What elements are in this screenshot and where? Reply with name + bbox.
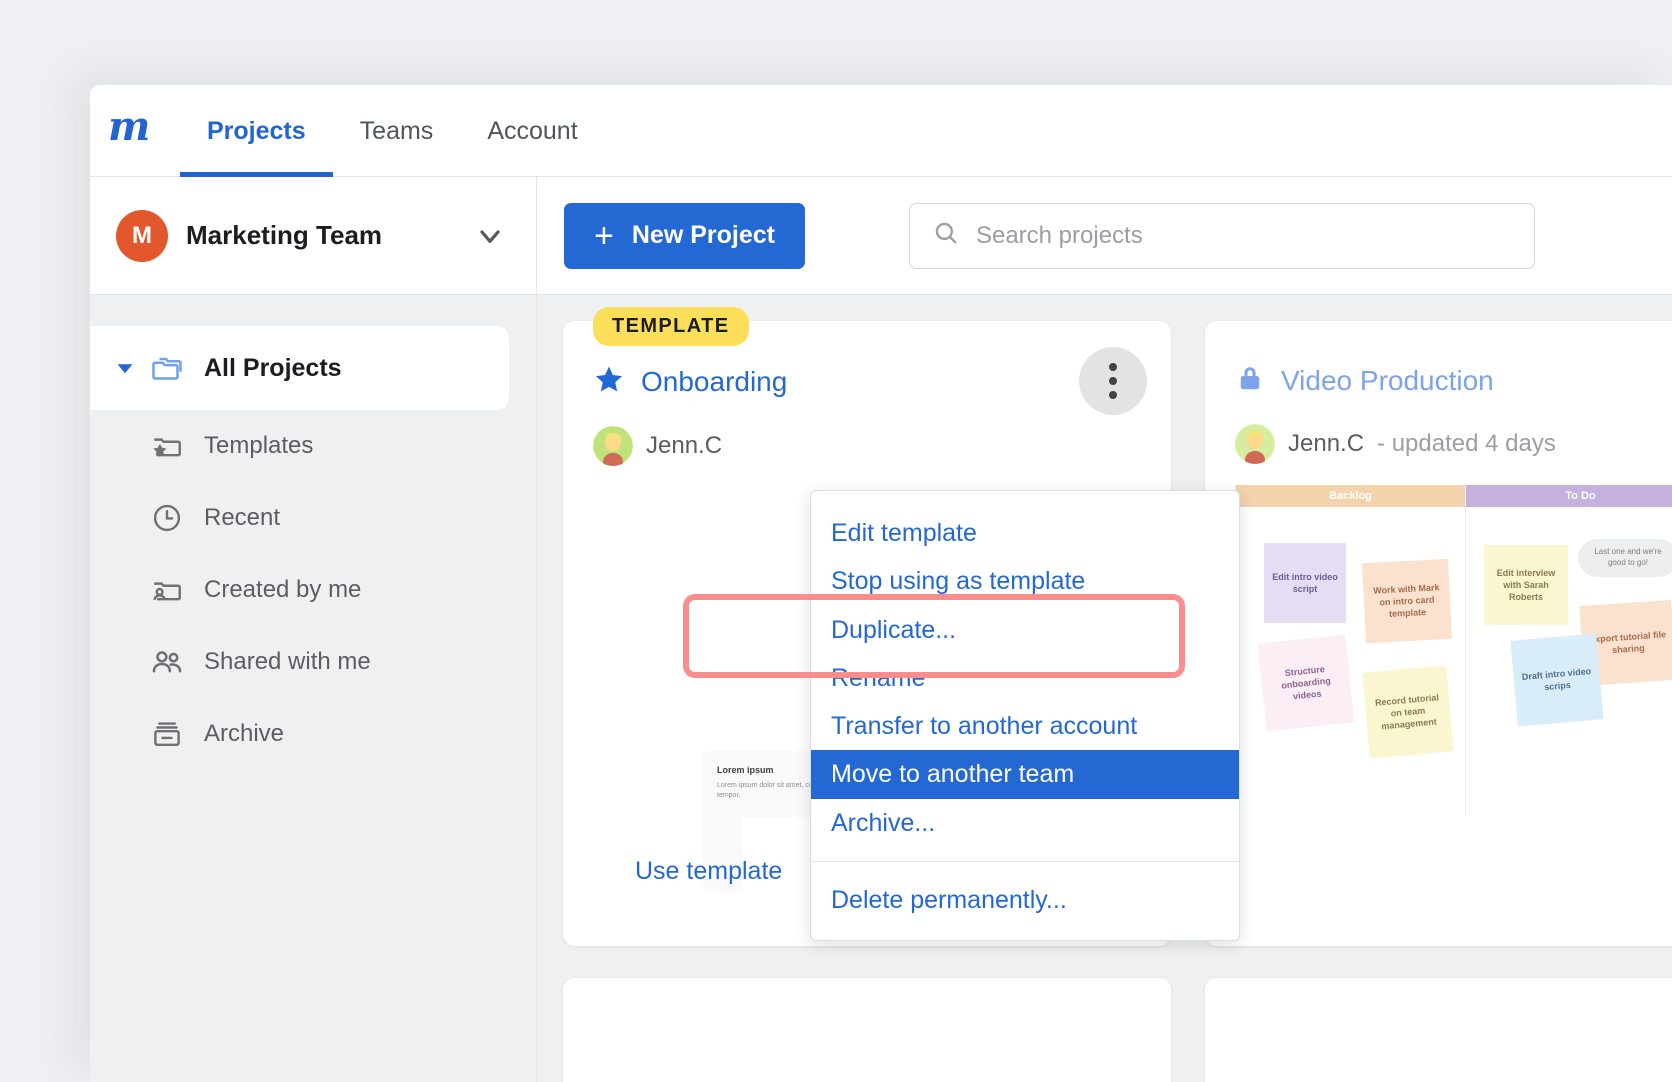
project-card-row2-left[interactable] xyxy=(563,978,1171,1082)
project-card-row2-right[interactable] xyxy=(1205,978,1672,1082)
new-project-button[interactable]: + New Project xyxy=(564,203,805,269)
kanban-column-todo: To Do Edit interview with Sarah Roberts … xyxy=(1466,485,1672,815)
clock-icon xyxy=(142,501,192,535)
sidebar-item-label: Recent xyxy=(204,504,280,532)
nav-tab-list: Projects Teams Account xyxy=(180,85,605,177)
card-meta-video-production: Jenn.C - updated 4 days xyxy=(1205,398,1672,464)
folders-icon xyxy=(142,350,192,386)
sidebar-item-templates[interactable]: Templates xyxy=(90,410,536,482)
sidebar-item-archive[interactable]: Archive xyxy=(90,698,536,770)
app-window: m Projects Teams Account M Marketing Tea… xyxy=(90,85,1672,1082)
sidebar-item-label: Archive xyxy=(204,720,284,748)
sticky-note-comment-bubble: Last one and we're good to go! xyxy=(1578,539,1672,577)
menu-item-stop-using-as-template[interactable]: Stop using as template xyxy=(811,557,1239,605)
kanban-column-backlog: Backlog Edit intro video script Work wit… xyxy=(1236,485,1466,815)
sidebar-item-label: Templates xyxy=(204,432,313,460)
more-vertical-icon-dot xyxy=(1109,363,1117,371)
card-title-row: Video Production xyxy=(1205,321,1672,398)
card-meta-onboarding: Jenn.C xyxy=(563,400,1171,466)
chevron-down-icon[interactable] xyxy=(474,220,506,252)
card-preview-kanban-board: Backlog Edit intro video script Work wit… xyxy=(1235,485,1672,815)
project-card-grid: TEMPLATE Onboarding xyxy=(537,295,1672,321)
sidebar-item-shared-with-me[interactable]: Shared with me xyxy=(90,626,536,698)
star-icon[interactable] xyxy=(593,363,625,400)
folder-star-icon xyxy=(142,429,192,463)
expand-triangle-icon[interactable] xyxy=(116,359,142,377)
sticky-note: Work with Mark on intro card template xyxy=(1362,559,1452,643)
search-box[interactable] xyxy=(909,203,1535,269)
search-icon xyxy=(932,219,960,252)
plus-icon: + xyxy=(594,219,614,253)
kanban-column-body: Edit intro video script Work with Mark o… xyxy=(1236,507,1465,815)
team-switcher[interactable]: M Marketing Team xyxy=(90,177,536,295)
people-icon xyxy=(142,645,192,679)
card-title-video-production[interactable]: Video Production xyxy=(1281,365,1494,397)
sidebar-nav-list: All Projects Templates xyxy=(90,295,536,1082)
tab-account[interactable]: Account xyxy=(460,85,604,177)
menu-item-archive[interactable]: Archive... xyxy=(811,799,1239,847)
search-input[interactable] xyxy=(976,222,1496,250)
template-badge: TEMPLATE xyxy=(593,307,749,346)
team-avatar: M xyxy=(116,210,168,262)
project-context-menu: Edit template Stop using as template Dup… xyxy=(810,490,1240,941)
kanban-column-title: Backlog xyxy=(1236,485,1465,507)
menu-item-transfer-to-another-account[interactable]: Transfer to another account xyxy=(811,702,1239,750)
more-vertical-icon-dot xyxy=(1109,391,1117,399)
sticky-note: Structure onboarding videos xyxy=(1258,635,1355,732)
kanban-column-title: To Do xyxy=(1466,485,1672,507)
sticky-note: Draft intro video scrips xyxy=(1510,633,1603,726)
sidebar-item-created-by-me[interactable]: Created by me xyxy=(90,554,536,626)
content-toolbar: + New Project xyxy=(537,177,1672,295)
sticky-note: Edit interview with Sarah Roberts xyxy=(1484,545,1568,625)
sidebar-item-all-projects[interactable]: All Projects xyxy=(90,326,509,410)
menu-item-move-to-another-team[interactable]: Move to another team xyxy=(811,750,1239,798)
project-card-video-production[interactable]: Video Production Jenn.C - upd xyxy=(1205,321,1672,946)
sidebar-item-recent[interactable]: Recent xyxy=(90,482,536,554)
card-updated-video-production: - updated 4 days xyxy=(1377,430,1556,458)
sticky-note: Record tutorial on team management xyxy=(1362,666,1453,759)
top-navigation-bar: m Projects Teams Account xyxy=(90,85,1672,177)
archive-box-icon xyxy=(142,717,192,751)
menu-separator xyxy=(811,861,1239,862)
sidebar-item-label: Created by me xyxy=(204,576,361,604)
use-template-link[interactable]: Use template xyxy=(635,857,782,886)
new-project-label: New Project xyxy=(632,221,775,250)
card-title-onboarding[interactable]: Onboarding xyxy=(641,366,787,398)
app-logo: m xyxy=(90,85,180,147)
sidebar-item-label: All Projects xyxy=(204,354,342,383)
team-name: Marketing Team xyxy=(186,220,474,251)
menu-item-duplicate[interactable]: Duplicate... xyxy=(811,606,1239,654)
tab-projects[interactable]: Projects xyxy=(180,85,333,177)
card-author-video-production: Jenn.C xyxy=(1288,430,1364,458)
menu-item-rename[interactable]: Rename xyxy=(811,654,1239,702)
avatar xyxy=(1235,424,1275,464)
card-more-options-button[interactable] xyxy=(1079,347,1147,415)
menu-item-edit-template[interactable]: Edit template xyxy=(811,509,1239,557)
card-author-onboarding: Jenn.C xyxy=(646,432,722,460)
kanban-column-body: Edit interview with Sarah Roberts Last o… xyxy=(1466,507,1672,815)
sidebar: M Marketing Team xyxy=(90,177,537,1082)
folder-person-icon xyxy=(142,573,192,607)
menu-item-delete-permanently[interactable]: Delete permanently... xyxy=(811,876,1239,924)
sidebar-item-label: Shared with me xyxy=(204,648,371,676)
more-vertical-icon-dot xyxy=(1109,377,1117,385)
avatar xyxy=(593,426,633,466)
lock-icon xyxy=(1235,363,1265,398)
tab-teams[interactable]: Teams xyxy=(333,85,461,177)
sticky-note: Edit intro video script xyxy=(1264,543,1346,623)
